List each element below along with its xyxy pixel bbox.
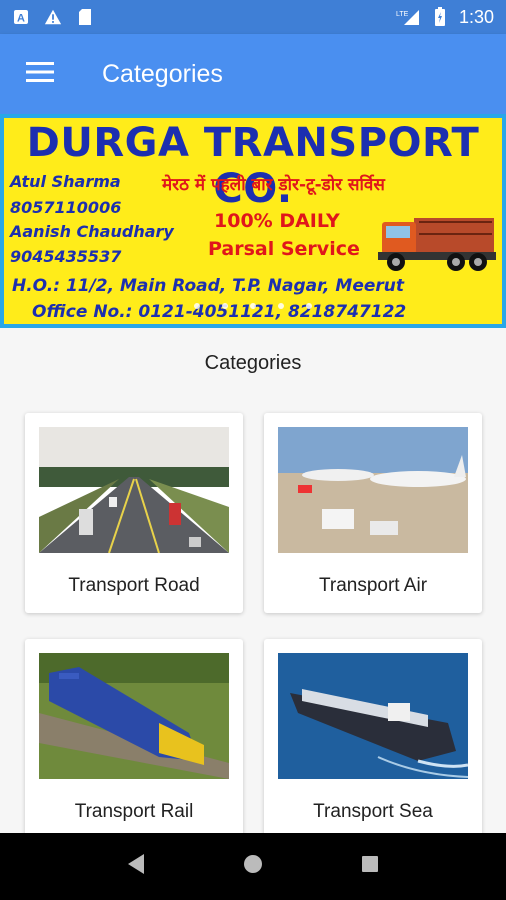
status-time: 1:30 xyxy=(458,6,494,27)
air-image xyxy=(278,427,468,553)
category-label: Transport Air xyxy=(318,575,428,596)
rail-image xyxy=(39,653,229,779)
banner-pager-dots xyxy=(0,303,506,309)
pager-dot[interactable] xyxy=(222,303,228,309)
sea-image xyxy=(278,653,468,779)
category-label: Transport Sea xyxy=(313,801,433,822)
road-image xyxy=(39,427,229,553)
pager-dot[interactable] xyxy=(250,303,256,309)
battery-icon xyxy=(431,7,449,26)
category-card-rail[interactable]: Transport Rail xyxy=(25,639,243,839)
banner-service: Parsal Service xyxy=(208,238,360,260)
pager-dot[interactable] xyxy=(278,303,284,309)
banner-address: H.O.: 11/2, Main Road, T.P. Nagar, Meeru… xyxy=(12,276,404,296)
system-nav-bar xyxy=(0,833,506,900)
a-notification-icon: A xyxy=(12,8,30,26)
category-card-sea[interactable]: Transport Sea xyxy=(264,639,482,839)
pager-dot[interactable] xyxy=(306,303,312,309)
contact2-name: Aanish Chaudhary xyxy=(10,222,174,241)
promo-banner[interactable]: DURGA TRANSPORT CO. Atul Sharma 80571100… xyxy=(0,114,506,328)
contact1-phone: 8057110006 xyxy=(10,198,122,217)
app-bar: Categories xyxy=(0,34,506,114)
sd-card-icon xyxy=(76,8,94,26)
menu-button[interactable] xyxy=(0,34,80,114)
truck-image xyxy=(374,212,498,279)
recents-icon xyxy=(362,856,378,872)
banner-hindi-line: मेरठ में पहली बार डोर-टू-डोर सर्विस xyxy=(162,175,385,195)
category-label: Transport Rail xyxy=(74,801,194,822)
app-title: Categories xyxy=(102,59,223,88)
category-card-road[interactable]: Transport Road xyxy=(25,413,243,613)
signal-icon: LTE xyxy=(395,8,421,26)
pager-dot[interactable] xyxy=(194,303,200,309)
back-icon xyxy=(128,854,144,874)
contact1-name: Atul Sharma xyxy=(10,172,121,191)
svg-text:LTE: LTE xyxy=(396,11,409,18)
warning-icon xyxy=(44,8,62,26)
contact2-phone: 9045435537 xyxy=(10,247,122,266)
back-button[interactable] xyxy=(126,853,146,880)
section-title: Categories xyxy=(204,352,302,374)
category-card-air[interactable]: Transport Air xyxy=(264,413,482,613)
banner-daily: 100% DAILY xyxy=(214,210,340,232)
status-bar: A LTE 1:30 xyxy=(0,0,506,34)
home-icon xyxy=(244,855,262,873)
hamburger-icon xyxy=(26,61,54,87)
home-button[interactable] xyxy=(242,853,264,880)
recents-button[interactable] xyxy=(360,854,380,879)
svg-text:A: A xyxy=(17,13,25,25)
category-label: Transport Road xyxy=(68,575,200,596)
